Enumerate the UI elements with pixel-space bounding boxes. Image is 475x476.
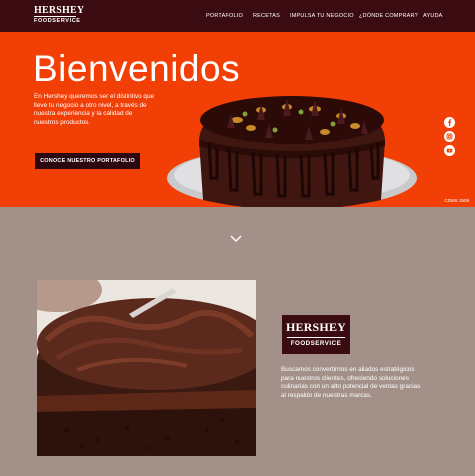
about-description: Buscamos convertirnos en aliados estraté…: [281, 366, 421, 399]
hero-description: En Hershey queremos ser el distintivo qu…: [34, 93, 155, 126]
nav-item-recetas[interactable]: RECETAS: [253, 13, 280, 19]
nav-item-donde-comprar[interactable]: ¿DÓNDE COMPRAR?: [359, 13, 418, 19]
nav-item-ayuda[interactable]: AYUDA: [423, 13, 443, 19]
hs-logo-brand-text: HERSHEY: [285, 320, 347, 334]
hershey-logo[interactable]: HERSHEY FOODSERVICE: [34, 5, 85, 27]
top-navigation-bar: HERSHEY FOODSERVICE PORTAFOLIO RECETAS I…: [0, 0, 475, 32]
bundt-cake-image: [167, 96, 417, 207]
logo-sub-text: FOODSERVICE: [34, 16, 81, 24]
hs-logo-sub-text: FOODSERVICE: [287, 337, 345, 347]
frosted-cake-image: [37, 280, 256, 456]
instagram-icon[interactable]: [444, 131, 455, 142]
logo-brand-text: HERSHEY: [34, 5, 85, 16]
youtube-icon[interactable]: [444, 145, 455, 156]
facebook-icon[interactable]: [444, 117, 455, 128]
portfolio-button[interactable]: CONOCE NUESTRO PORTAFOLIO: [35, 153, 140, 169]
hero-banner: Bienvenidos En Hershey queremos ser el d…: [0, 32, 475, 207]
nav-item-impulsa[interactable]: IMPULSA TU NEGOCIO: [290, 13, 354, 19]
nav-item-portafolio[interactable]: PORTAFOLIO: [206, 13, 243, 19]
hershey-foodservice-logo: HERSHEY FOODSERVICE: [282, 315, 350, 354]
legal-code: CDMS 1509: [444, 198, 469, 203]
chevron-down-icon[interactable]: [229, 234, 243, 244]
